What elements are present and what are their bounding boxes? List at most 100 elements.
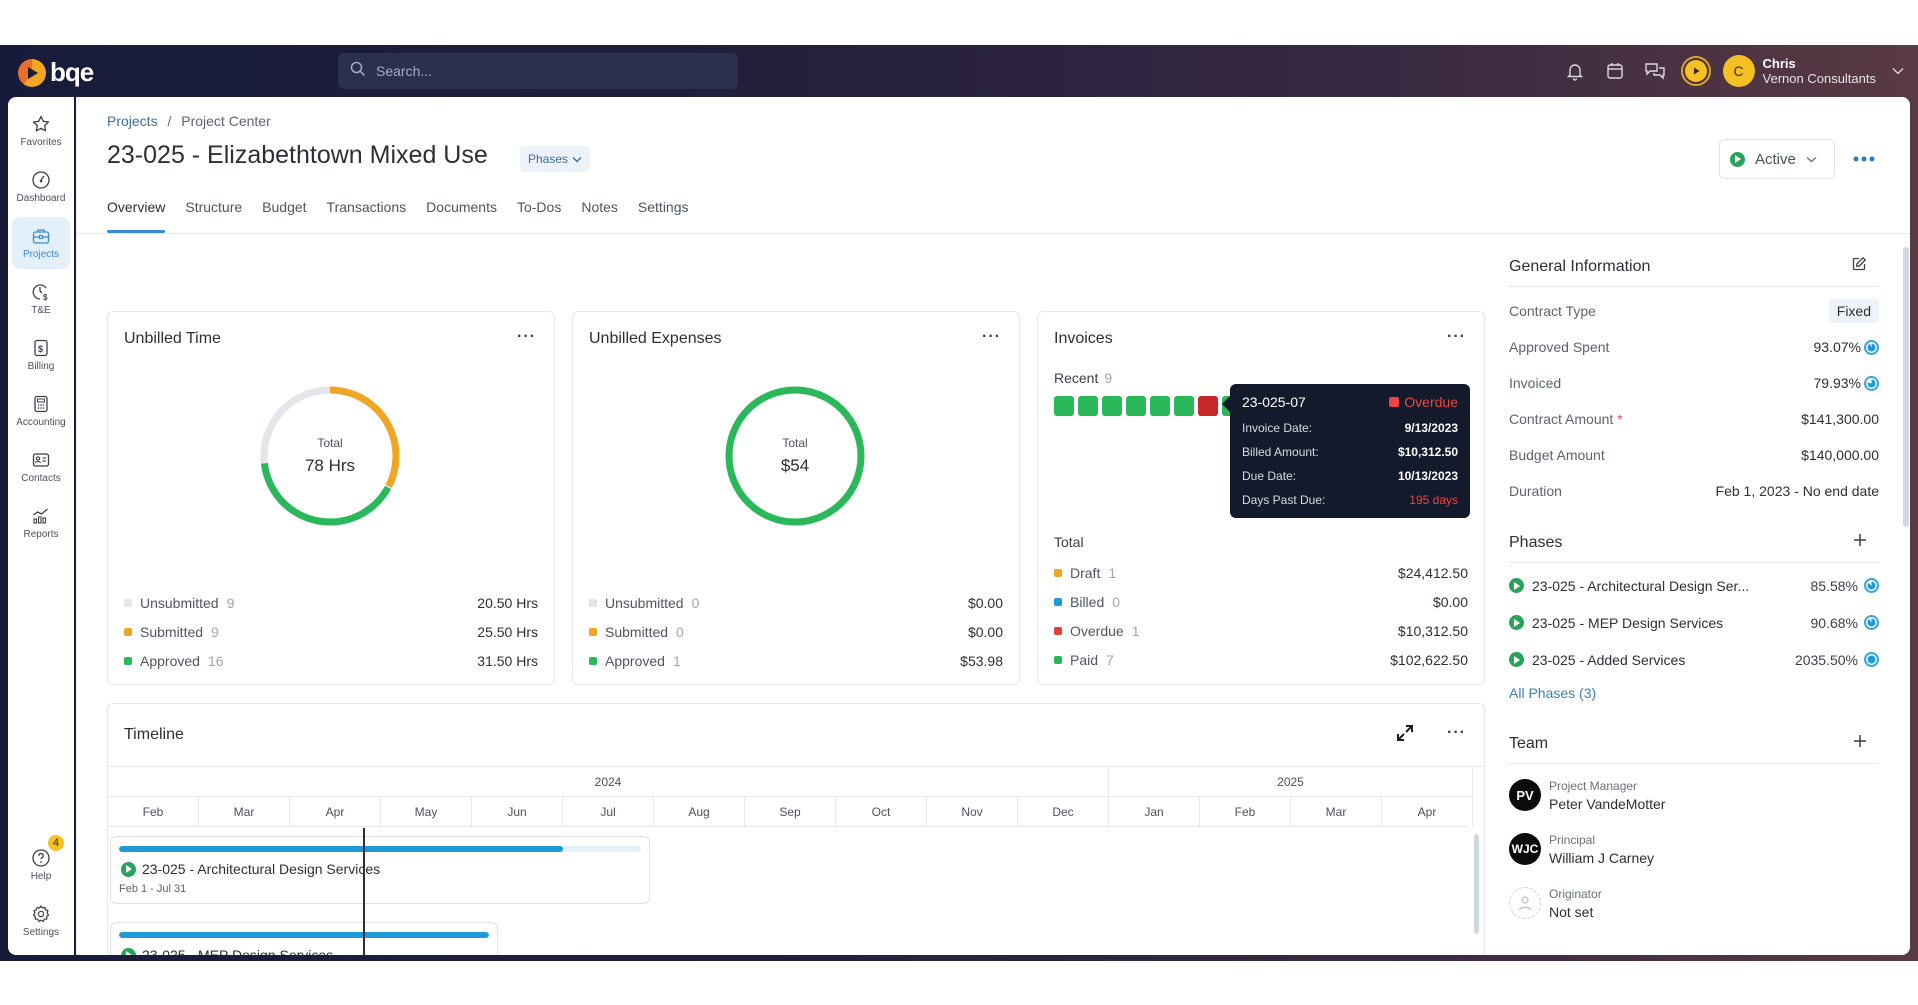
- team-member[interactable]: PV Project Manager Peter VandeMotter: [1509, 768, 1879, 822]
- tab-notes[interactable]: Notes: [581, 197, 618, 233]
- add-team-member-button[interactable]: [1853, 734, 1867, 753]
- active-status-icon: [1509, 652, 1524, 667]
- legend-count: 9: [211, 623, 219, 640]
- timeline-phase-bar[interactable]: 23-025 - MEP Design ServicesJul 1 - Jun …: [110, 922, 498, 955]
- global-search[interactable]: [338, 53, 738, 89]
- tab-structure[interactable]: Structure: [185, 197, 242, 233]
- tab-settings[interactable]: Settings: [638, 197, 689, 233]
- info-row-duration: Duration Feb 1, 2023 - No end date: [1509, 473, 1879, 509]
- calendar-button[interactable]: [1595, 51, 1635, 91]
- legend-name: Approved: [140, 652, 200, 669]
- invoice-square-paid[interactable]: [1150, 396, 1170, 416]
- phase-name: 23-025 - Added Services: [1532, 651, 1686, 668]
- legend-row-draft[interactable]: Draft 1 $24,412.50: [1054, 558, 1468, 587]
- tab-documents[interactable]: Documents: [426, 197, 497, 233]
- legend-value: $102,622.50: [1390, 651, 1468, 668]
- team-member[interactable]: WJC Principal William J Carney: [1509, 822, 1879, 876]
- user-avatar[interactable]: C: [1722, 55, 1755, 87]
- sidebar-item-help[interactable]: Help 4: [12, 835, 70, 891]
- legend-name: Submitted: [140, 623, 204, 640]
- team-member[interactable]: Originator Not set: [1509, 876, 1879, 930]
- user-menu[interactable]: Chris Vernon Consultants: [1763, 56, 1876, 86]
- timeline-phase-bar[interactable]: 23-025 - Architectural Design Services Fe…: [110, 836, 650, 904]
- legend-name: Billed: [1070, 593, 1105, 610]
- phase-row[interactable]: 23-025 - Added Services 2035.50%: [1509, 641, 1879, 678]
- invoice-square-paid[interactable]: [1126, 396, 1146, 416]
- card-more-button[interactable]: ···: [1447, 328, 1466, 346]
- edit-general-info-button[interactable]: [1851, 256, 1867, 277]
- all-phases-link[interactable]: All Phases (3): [1509, 678, 1879, 708]
- search-input[interactable]: [376, 63, 716, 79]
- phases-dropdown-label: Phases: [528, 152, 569, 166]
- notifications-button[interactable]: [1555, 51, 1595, 91]
- sidebar-item-billing[interactable]: $ Billing: [12, 329, 70, 381]
- card-more-button[interactable]: ···: [1447, 724, 1466, 742]
- timeline-year-2024: 2024: [108, 767, 1109, 797]
- bqe-logo[interactable]: bqe: [18, 57, 94, 88]
- team-role: Principal: [1549, 832, 1596, 847]
- legend-row-paid[interactable]: Paid 7 $102,622.50: [1054, 645, 1468, 674]
- invoice-square-paid[interactable]: [1078, 396, 1098, 416]
- legend-row-submitted[interactable]: Submitted 0 $0.00: [589, 617, 1003, 646]
- progress-pie-icon: [1864, 339, 1879, 355]
- team-role: Project Manager: [1549, 778, 1638, 793]
- sidebar-item-time-expense[interactable]: $ T&E: [12, 273, 70, 325]
- timeline-scrollbar[interactable]: [1474, 834, 1479, 934]
- sidebar-item-favorites[interactable]: Favorites: [12, 105, 70, 157]
- invoice-square-paid[interactable]: [1054, 396, 1074, 416]
- legend-row-billed[interactable]: Billed 0 $0.00: [1054, 587, 1468, 616]
- sidebar-item-settings[interactable]: Settings: [12, 895, 70, 947]
- sidebar-nav: Favorites Dashboard Projects $ T&E $ Bil…: [8, 97, 74, 955]
- add-phase-button[interactable]: [1853, 533, 1867, 552]
- overdue-status-icon: [1389, 397, 1400, 407]
- info-label: Budget Amount: [1509, 447, 1605, 463]
- sidebar-item-dashboard[interactable]: Dashboard: [12, 161, 70, 213]
- tab-transactions[interactable]: Transactions: [327, 197, 407, 233]
- phase-row[interactable]: 23-025 - MEP Design Services 90.68%: [1509, 604, 1879, 641]
- phases-dropdown[interactable]: Phases: [520, 146, 591, 172]
- sidebar-item-projects[interactable]: Projects: [12, 217, 70, 269]
- card-more-button[interactable]: ···: [517, 328, 536, 346]
- legend-row-approved[interactable]: Approved 16 31.50 Hrs: [124, 646, 538, 675]
- legend-row-approved[interactable]: Approved 1 $53.98: [589, 646, 1003, 675]
- legend-row-unsubmitted[interactable]: Unsubmitted 9 20.50 Hrs: [124, 588, 538, 617]
- messages-button[interactable]: [1635, 51, 1675, 91]
- tooltip-row-value: $10,312.50: [1397, 445, 1458, 459]
- invoice-square-paid[interactable]: [1174, 396, 1194, 416]
- tooltip-row-label: Invoice Date:: [1242, 421, 1313, 435]
- legend-name: Overdue: [1070, 622, 1124, 639]
- legend-value: 31.50 Hrs: [477, 652, 538, 669]
- tab-overview[interactable]: Overview: [107, 197, 166, 233]
- legend-swatch: [1054, 597, 1062, 606]
- legend-count: 1: [672, 652, 681, 669]
- card-more-button[interactable]: ···: [982, 328, 1001, 346]
- expand-timeline-button[interactable]: [1396, 724, 1414, 747]
- legend-swatch: [1054, 655, 1062, 664]
- legend-name: Submitted: [605, 623, 669, 640]
- tab-todos[interactable]: To-Dos: [517, 197, 561, 233]
- project-status-dropdown[interactable]: Active: [1719, 139, 1835, 179]
- phase-row[interactable]: 23-025 - Architectural Design Ser... 85.…: [1509, 567, 1879, 604]
- progress-pie-icon: [1864, 375, 1879, 391]
- sidebar-item-label: Projects: [22, 249, 60, 260]
- invoice-square-paid[interactable]: [1102, 396, 1122, 416]
- legend-row-unsubmitted[interactable]: Unsubmitted 0 $0.00: [589, 588, 1003, 617]
- billing-icon: $: [34, 339, 48, 357]
- legend-row-submitted[interactable]: Submitted 9 25.50 Hrs: [124, 617, 538, 646]
- sidebar-item-contacts[interactable]: Contacts: [12, 441, 70, 493]
- legend-name: Approved: [605, 652, 665, 669]
- tab-budget[interactable]: Budget: [262, 197, 306, 233]
- sidebar-item-reports[interactable]: Reports: [12, 497, 70, 549]
- donut-center: Total $54: [723, 384, 867, 528]
- sidebar-item-label: T&E: [31, 305, 51, 316]
- timer-button[interactable]: [1680, 56, 1711, 86]
- breadcrumb-projects-link[interactable]: Projects: [107, 113, 158, 129]
- invoice-square-overdue[interactable]: [1198, 396, 1218, 416]
- donut-center: Total 78 Hrs: [258, 384, 402, 528]
- legend-row-overdue[interactable]: Overdue 1 $10,312.50: [1054, 616, 1468, 645]
- sidebar-item-accounting[interactable]: Accounting: [12, 385, 70, 437]
- page-scrollbar[interactable]: [1903, 247, 1909, 527]
- chevron-down-icon[interactable]: [1892, 62, 1904, 80]
- more-options-button[interactable]: [1853, 149, 1875, 167]
- section-title: Phases: [1509, 533, 1563, 551]
